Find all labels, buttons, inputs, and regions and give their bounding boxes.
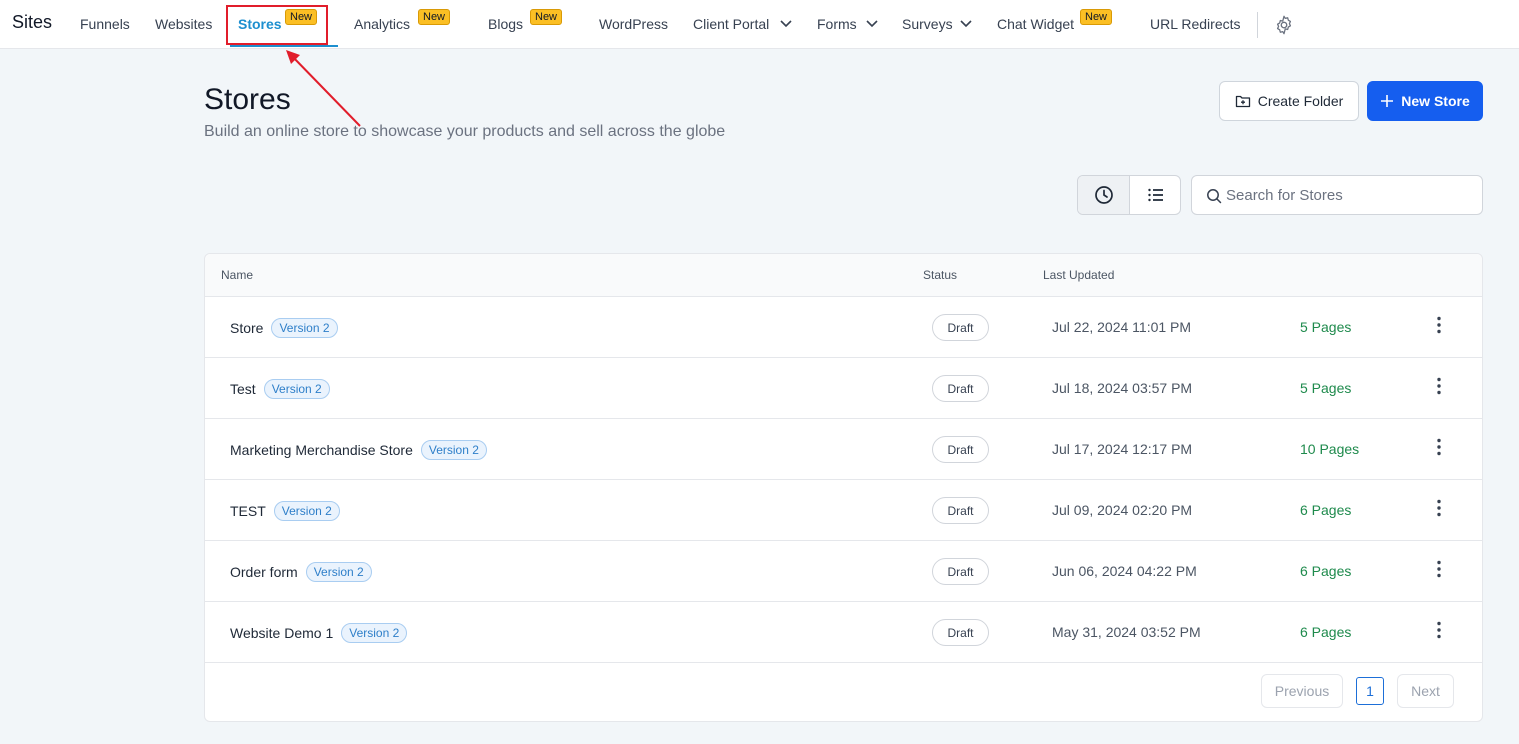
brand-title: Sites bbox=[12, 12, 53, 32]
table-header: Name Status Last Updated bbox=[205, 254, 1482, 297]
pages-count[interactable]: 5 Pages bbox=[1300, 319, 1351, 335]
tab-analytics[interactable]: Analytics bbox=[354, 16, 410, 32]
search-icon bbox=[1207, 189, 1222, 204]
tab-funnels[interactable]: Funnels bbox=[80, 16, 130, 32]
tab-client-portal[interactable]: Client Portal bbox=[693, 16, 769, 32]
plus-icon bbox=[1381, 95, 1394, 107]
table-row[interactable]: TEST Version 2 Draft Jul 09, 2024 02:20 … bbox=[205, 480, 1482, 541]
store-name-cell: Test Version 2 bbox=[230, 379, 330, 399]
recent-view-button[interactable] bbox=[1078, 176, 1130, 214]
tab-forms[interactable]: Forms bbox=[817, 16, 857, 32]
table-row[interactable]: Website Demo 1 Version 2 Draft May 31, 2… bbox=[205, 602, 1482, 663]
more-options-icon[interactable] bbox=[1429, 620, 1449, 640]
status-badge: Draft bbox=[932, 619, 989, 646]
folder-plus-icon bbox=[1235, 95, 1250, 108]
status-badge: Draft bbox=[932, 558, 989, 585]
last-updated: Jul 22, 2024 11:01 PM bbox=[1052, 319, 1192, 335]
page-subtitle: Build an online store to showcase your p… bbox=[204, 123, 726, 140]
pages-count[interactable]: 5 Pages bbox=[1300, 380, 1351, 396]
table-row[interactable]: Marketing Merchandise Store Version 2 Dr… bbox=[205, 419, 1482, 480]
pages-count[interactable]: 10 Pages bbox=[1300, 441, 1359, 457]
status-badge: Draft bbox=[932, 436, 989, 463]
version-badge: Version 2 bbox=[420, 440, 487, 460]
status-badge: Draft bbox=[932, 375, 989, 402]
store-name-cell: Marketing Merchandise Store Version 2 bbox=[230, 440, 487, 460]
last-updated: May 31, 2024 03:52 PM bbox=[1052, 624, 1201, 640]
table-row[interactable]: Order form Version 2 Draft Jun 06, 2024 … bbox=[205, 541, 1482, 602]
last-updated: Jun 06, 2024 04:22 PM bbox=[1052, 563, 1197, 579]
last-updated: Jul 09, 2024 02:20 PM bbox=[1052, 502, 1193, 518]
pages-count[interactable]: 6 Pages bbox=[1300, 563, 1351, 579]
store-name[interactable]: Test bbox=[230, 381, 256, 397]
tab-wordpress[interactable]: WordPress bbox=[599, 16, 668, 32]
version-badge: Version 2 bbox=[305, 562, 372, 582]
tab-url-redirects[interactable]: URL Redirects bbox=[1150, 16, 1241, 32]
new-store-button[interactable]: New Store bbox=[1367, 81, 1483, 121]
clock-icon bbox=[1094, 186, 1113, 204]
status-badge: Draft bbox=[932, 497, 989, 524]
nav-divider bbox=[1257, 12, 1258, 38]
version-badge: Version 2 bbox=[271, 318, 338, 338]
next-page-button[interactable]: Next bbox=[1397, 674, 1454, 708]
tab-websites[interactable]: Websites bbox=[155, 16, 212, 32]
gear-icon[interactable] bbox=[1273, 14, 1295, 36]
column-header-status: Status bbox=[923, 268, 958, 282]
more-options-icon[interactable] bbox=[1429, 559, 1449, 579]
store-name[interactable]: Store bbox=[230, 320, 263, 336]
store-name[interactable]: Website Demo 1 bbox=[230, 625, 333, 641]
new-badge: New bbox=[530, 9, 563, 25]
column-header-name: Name bbox=[221, 268, 254, 282]
list-icon bbox=[1148, 188, 1163, 202]
last-updated: Jul 17, 2024 12:17 PM bbox=[1052, 441, 1193, 457]
more-options-icon[interactable] bbox=[1429, 376, 1449, 396]
new-store-label: New Store bbox=[1401, 93, 1470, 109]
more-options-icon[interactable] bbox=[1429, 315, 1449, 335]
page-title: Stores bbox=[204, 83, 291, 116]
new-badge: New bbox=[1080, 9, 1113, 25]
chevron-down-icon[interactable] bbox=[780, 19, 792, 29]
pages-count[interactable]: 6 Pages bbox=[1300, 624, 1351, 640]
more-options-icon[interactable] bbox=[1429, 498, 1449, 518]
version-badge: Version 2 bbox=[341, 623, 408, 643]
status-badge: Draft bbox=[932, 314, 989, 341]
page-1-button[interactable]: 1 bbox=[1356, 677, 1384, 705]
table-row[interactable]: Test Version 2 Draft Jul 18, 2024 03:57 … bbox=[205, 358, 1482, 419]
store-name[interactable]: TEST bbox=[230, 503, 266, 519]
version-badge: Version 2 bbox=[263, 379, 330, 399]
version-badge: Version 2 bbox=[273, 501, 340, 521]
more-options-icon[interactable] bbox=[1429, 437, 1449, 457]
create-folder-button[interactable]: Create Folder bbox=[1219, 81, 1359, 121]
store-name-cell: TEST Version 2 bbox=[230, 501, 340, 521]
tab-blogs[interactable]: Blogs bbox=[488, 16, 523, 32]
store-name-cell: Store Version 2 bbox=[230, 318, 338, 338]
create-folder-label: Create Folder bbox=[1257, 93, 1344, 109]
search-box bbox=[1191, 175, 1483, 215]
search-input[interactable] bbox=[1226, 184, 1476, 206]
tab-chat-widget[interactable]: Chat Widget bbox=[997, 16, 1074, 32]
chevron-down-icon[interactable] bbox=[960, 19, 972, 29]
stores-table: Name Status Last Updated Store Version 2… bbox=[204, 253, 1483, 722]
store-name[interactable]: Marketing Merchandise Store bbox=[230, 442, 413, 458]
column-header-last-updated: Last Updated bbox=[1043, 268, 1115, 282]
view-toggle bbox=[1077, 175, 1181, 215]
annotation-highlight-box bbox=[226, 5, 328, 45]
tab-surveys[interactable]: Surveys bbox=[902, 16, 953, 32]
annotation-arrow-icon bbox=[286, 50, 361, 127]
pages-count[interactable]: 6 Pages bbox=[1300, 502, 1351, 518]
table-row[interactable]: Store Version 2 Draft Jul 22, 2024 11:01… bbox=[205, 297, 1482, 358]
store-name-cell: Order form Version 2 bbox=[230, 562, 372, 582]
new-badge: New bbox=[418, 9, 451, 25]
list-view-button[interactable] bbox=[1130, 176, 1180, 214]
store-name[interactable]: Order form bbox=[230, 564, 298, 580]
previous-page-button[interactable]: Previous bbox=[1261, 674, 1343, 708]
last-updated: Jul 18, 2024 03:57 PM bbox=[1052, 380, 1193, 396]
store-name-cell: Website Demo 1 Version 2 bbox=[230, 623, 408, 643]
chevron-down-icon[interactable] bbox=[866, 19, 878, 29]
